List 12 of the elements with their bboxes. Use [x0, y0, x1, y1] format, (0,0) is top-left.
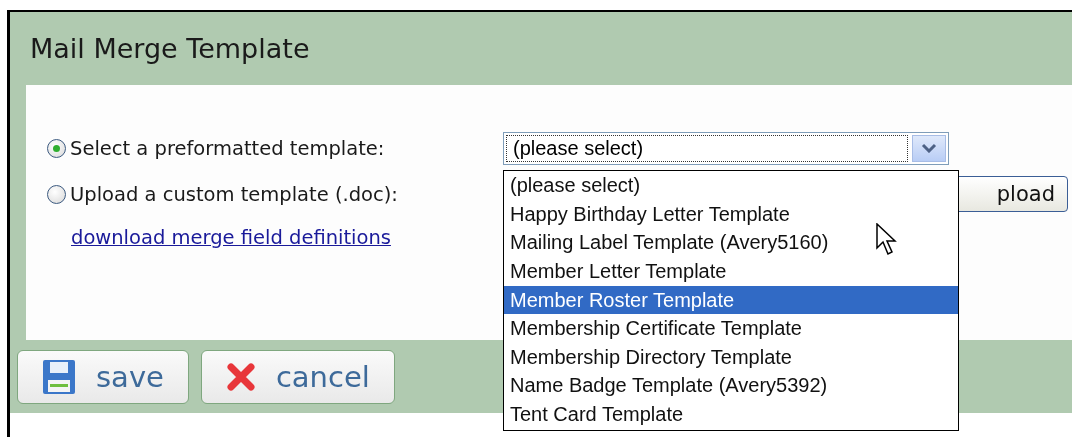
- dropdown-option[interactable]: Member Roster Template: [504, 285, 958, 315]
- save-button[interactable]: save: [17, 349, 189, 404]
- radio-button[interactable]: [47, 184, 66, 204]
- radio-button[interactable]: [47, 138, 66, 158]
- download-link[interactable]: download merge field definitions: [71, 225, 391, 249]
- mouse-cursor-icon: [876, 223, 898, 257]
- close-icon: [225, 361, 256, 392]
- chevron-down-icon: [921, 143, 937, 153]
- page-title: Mail Merge Template: [29, 32, 311, 66]
- cancel-button[interactable]: cancel: [200, 349, 395, 404]
- option-label: Select a preformatted template:: [70, 136, 386, 160]
- option-label: Upload a custom template (.doc):: [70, 182, 399, 206]
